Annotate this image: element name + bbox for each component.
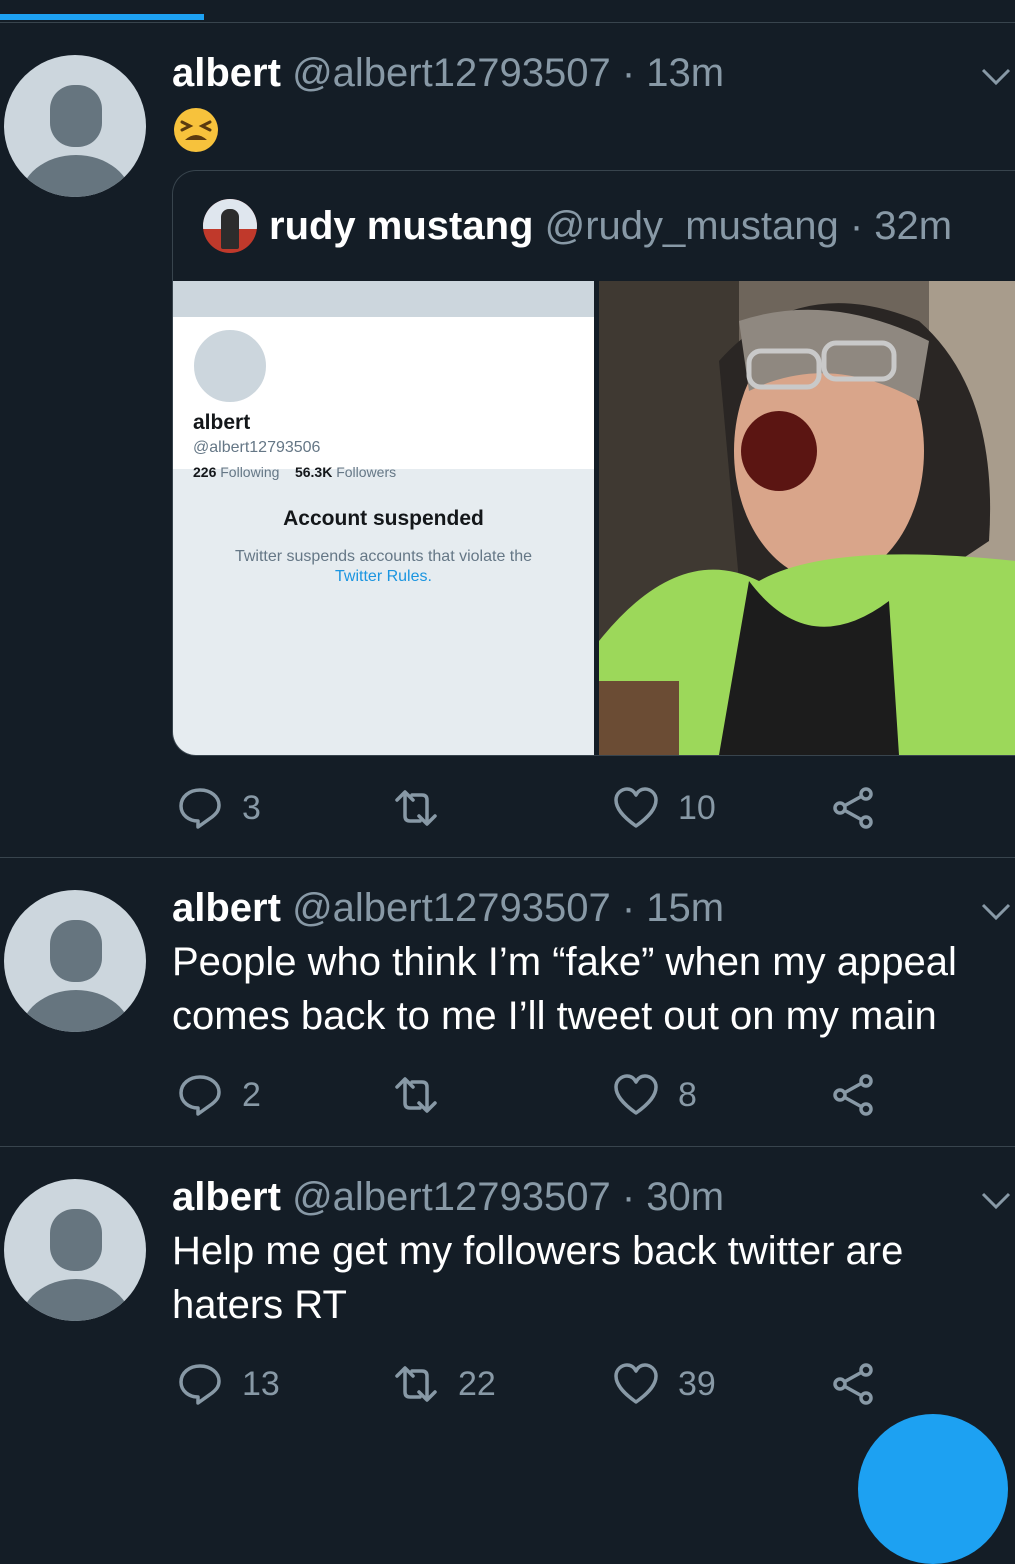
timestamp[interactable]: 30m xyxy=(646,1175,724,1219)
retweet-action[interactable] xyxy=(394,1070,458,1120)
share-action[interactable] xyxy=(832,783,876,833)
tweet-header: albert @albert12793507 · 30m xyxy=(172,1175,725,1219)
tweet-text: People who think I’m “fake” when my appe… xyxy=(172,940,957,1038)
reply-count: 2 xyxy=(242,1075,261,1114)
suspended-profile-screenshot[interactable]: albert @albert12793506 226 Following 56.… xyxy=(173,281,594,755)
crying-woman-photo[interactable] xyxy=(599,281,1015,755)
reply-count: 3 xyxy=(242,788,261,827)
chevron-down-icon[interactable] xyxy=(981,1191,1011,1211)
suspended-description: Twitter suspends accounts that violate t… xyxy=(234,548,533,565)
heart-icon xyxy=(614,1074,658,1115)
profile-name: albert xyxy=(193,411,251,434)
top-tab-bar xyxy=(0,0,1015,23)
heart-icon xyxy=(614,1363,658,1404)
tired-face-emoji-icon xyxy=(174,108,218,152)
retweet-count: 22 xyxy=(458,1364,496,1403)
tweet[interactable]: albert @albert12793507 · 15m People who … xyxy=(0,858,1015,1147)
avatar[interactable] xyxy=(4,55,146,197)
retweet-icon xyxy=(395,1077,437,1113)
reply-icon xyxy=(179,1364,221,1405)
timestamp[interactable]: 15m xyxy=(646,886,724,930)
display-name[interactable]: albert xyxy=(172,886,281,930)
tweet-actions: 13 22 39 xyxy=(172,1359,892,1409)
tweet[interactable]: albert @albert12793507 · 13m rudy mustan… xyxy=(0,23,1015,858)
twitter-rules-link: Twitter Rules. xyxy=(335,568,432,585)
tweet-text: Help me get my followers back twitter ar… xyxy=(172,1229,904,1327)
like-count: 39 xyxy=(678,1364,716,1403)
timestamp[interactable]: 13m xyxy=(646,51,724,95)
active-tab-indicator xyxy=(0,14,204,20)
reply-icon xyxy=(179,788,221,829)
quoted-avatar[interactable] xyxy=(203,199,257,253)
quoted-timestamp[interactable]: 32m xyxy=(874,204,952,249)
user-handle[interactable]: @albert12793507 xyxy=(292,51,611,95)
share-action[interactable] xyxy=(832,1359,876,1409)
profile-stats: 226 Following 56.3K Followers xyxy=(193,464,397,480)
reply-icon xyxy=(179,1075,221,1116)
display-name[interactable]: albert xyxy=(172,51,281,95)
retweet-icon xyxy=(395,790,437,826)
like-count: 8 xyxy=(678,1075,697,1114)
retweet-action[interactable] xyxy=(394,783,458,833)
suspended-title: Account suspended xyxy=(283,507,484,530)
avatar xyxy=(191,327,269,405)
display-name[interactable]: albert xyxy=(172,1175,281,1219)
reply-action[interactable]: 3 xyxy=(178,783,261,833)
share-action[interactable] xyxy=(832,1070,876,1120)
quoted-user-handle[interactable]: @rudy_mustang xyxy=(545,204,839,249)
user-handle[interactable]: @albert12793507 xyxy=(292,1175,611,1219)
reply-action[interactable]: 2 xyxy=(178,1070,261,1120)
avatar[interactable] xyxy=(4,890,146,1032)
tweet-actions: 3 10 xyxy=(172,783,892,833)
profile-handle: @albert12793506 xyxy=(193,439,321,456)
avatar[interactable] xyxy=(4,1179,146,1321)
retweet-icon xyxy=(395,1366,437,1402)
heart-icon xyxy=(614,787,658,828)
share-icon xyxy=(833,1363,873,1405)
user-handle[interactable]: @albert12793507 xyxy=(292,886,611,930)
reply-action[interactable]: 13 xyxy=(178,1359,280,1409)
tweet-header: albert @albert12793507 · 13m xyxy=(172,51,725,95)
like-action[interactable]: 39 xyxy=(614,1359,716,1409)
chevron-down-icon[interactable] xyxy=(981,902,1011,922)
share-icon xyxy=(833,787,873,829)
quoted-tweet-header: rudy mustang @rudy_mustang · 32m xyxy=(203,199,952,253)
tweet-header: albert @albert12793507 · 15m xyxy=(172,886,725,930)
compose-tweet-button[interactable] xyxy=(858,1414,1008,1564)
quoted-display-name[interactable]: rudy mustang xyxy=(269,204,533,249)
quoted-tweet[interactable]: rudy mustang @rudy_mustang · 32m albert … xyxy=(172,170,1015,756)
tweet-actions: 2 8 xyxy=(172,1070,892,1120)
tweet[interactable]: albert @albert12793507 · 30m Help me get… xyxy=(0,1147,1015,1434)
share-icon xyxy=(833,1074,873,1116)
chevron-down-icon[interactable] xyxy=(981,67,1011,87)
like-action[interactable]: 10 xyxy=(614,783,716,833)
like-action[interactable]: 8 xyxy=(614,1070,697,1120)
retweet-action[interactable]: 22 xyxy=(394,1359,496,1409)
reply-count: 13 xyxy=(242,1364,280,1403)
like-count: 10 xyxy=(678,788,716,827)
